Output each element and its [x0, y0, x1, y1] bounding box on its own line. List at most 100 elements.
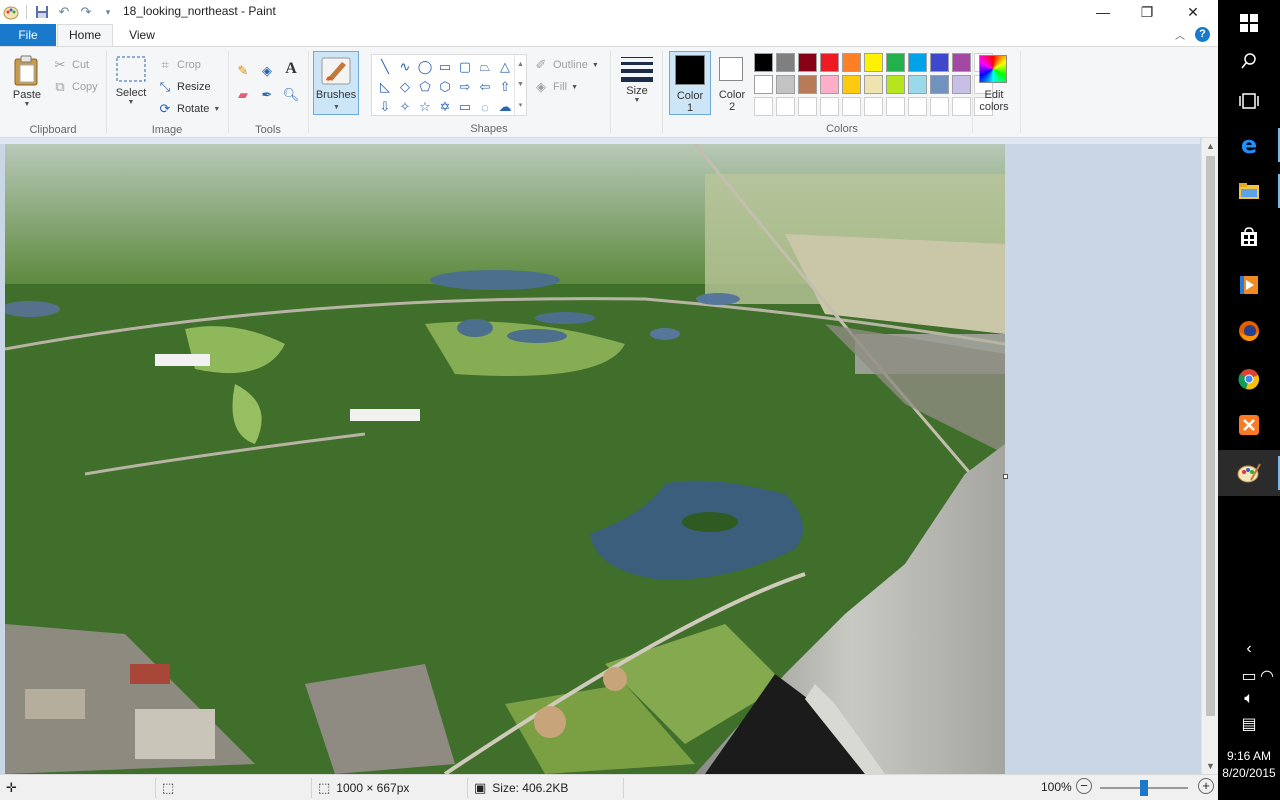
customize-qat-icon[interactable]: ▾	[99, 3, 117, 21]
show-hidden-icons-button[interactable]: ‹	[1218, 640, 1280, 658]
palette-empty-swatch[interactable]	[908, 97, 927, 116]
palette-swatch[interactable]	[908, 75, 927, 94]
cut-button[interactable]: ✂ Cut	[52, 55, 90, 75]
expand-icon[interactable]: ▾	[519, 101, 523, 109]
palette-empty-swatch[interactable]	[842, 97, 861, 116]
up-arrow-shape-icon[interactable]: ⇧	[495, 77, 515, 97]
palette-swatch[interactable]	[820, 75, 839, 94]
tab-file[interactable]: File	[0, 24, 56, 46]
palette-swatch[interactable]	[798, 75, 817, 94]
palette-swatch[interactable]	[864, 75, 883, 94]
palette-empty-swatch[interactable]	[864, 97, 883, 116]
palette-swatch[interactable]	[754, 75, 773, 94]
edit-colors-button[interactable]: Edit colors	[976, 53, 1012, 117]
resize-button[interactable]: ⤡ Resize	[157, 77, 211, 97]
six-point-star-shape-icon[interactable]: ✡	[435, 97, 455, 117]
help-icon[interactable]: ?	[1195, 27, 1210, 42]
scroll-down-icon[interactable]: ▼	[517, 81, 524, 88]
close-button[interactable]: ✕	[1170, 0, 1216, 24]
paint-app-icon[interactable]	[2, 3, 20, 21]
task-view-button[interactable]	[1218, 78, 1280, 124]
scroll-thumb[interactable]	[1206, 156, 1215, 716]
color1-button[interactable]: Color 1	[669, 51, 711, 115]
palette-empty-swatch[interactable]	[820, 97, 839, 116]
taskbar-paint[interactable]	[1218, 450, 1280, 496]
polygon-shape-icon[interactable]: ⏢	[475, 57, 495, 77]
palette-swatch[interactable]	[952, 53, 971, 72]
palette-swatch[interactable]	[820, 53, 839, 72]
zoom-out-button[interactable]: −	[1076, 778, 1092, 794]
taskbar-store[interactable]	[1218, 214, 1280, 260]
palette-swatch[interactable]	[842, 75, 861, 94]
text-tool-icon[interactable]: A	[283, 60, 299, 77]
scroll-up-icon[interactable]: ▲	[1202, 138, 1219, 154]
five-point-star-shape-icon[interactable]: ☆	[415, 97, 435, 117]
redo-icon[interactable]: ↷	[77, 3, 95, 21]
oval-shape-icon[interactable]: ◯	[415, 57, 435, 77]
minimize-button[interactable]: —	[1080, 0, 1126, 24]
crop-button[interactable]: ⌗ Crop	[157, 55, 201, 75]
fill-button[interactable]: ◈ Fill ▼	[533, 77, 578, 97]
palette-empty-swatch[interactable]	[776, 97, 795, 116]
right-arrow-shape-icon[interactable]: ⇨	[455, 77, 475, 97]
scroll-down-icon[interactable]: ▼	[1202, 758, 1219, 774]
tab-home[interactable]: Home	[57, 24, 113, 47]
palette-swatch[interactable]	[952, 75, 971, 94]
palette-empty-swatch[interactable]	[798, 97, 817, 116]
volume-icon[interactable]: 🔈︎	[1218, 690, 1280, 708]
zoom-in-button[interactable]: +	[1198, 778, 1214, 794]
palette-swatch[interactable]	[886, 75, 905, 94]
oval-callout-shape-icon[interactable]: ◌	[475, 97, 495, 117]
save-icon[interactable]	[33, 3, 51, 21]
palette-empty-swatch[interactable]	[886, 97, 905, 116]
palette-empty-swatch[interactable]	[754, 97, 773, 116]
diamond-shape-icon[interactable]: ◇	[395, 77, 415, 97]
shapes-scroll[interactable]: ▲ ▼ ▾	[514, 55, 526, 115]
four-point-star-shape-icon[interactable]: ✧	[395, 97, 415, 117]
palette-empty-swatch[interactable]	[930, 97, 949, 116]
zoom-slider-thumb[interactable]	[1140, 780, 1148, 796]
hexagon-shape-icon[interactable]: ⬡	[435, 77, 455, 97]
triangle-shape-icon[interactable]: △	[495, 57, 515, 77]
line-shape-icon[interactable]: ╲	[375, 57, 395, 77]
outline-button[interactable]: ✐ Outline ▼	[533, 55, 599, 75]
size-button[interactable]: Size ▼	[618, 55, 656, 104]
magnifier-icon[interactable]: 🔍︎	[283, 87, 300, 103]
taskbar-xampp[interactable]	[1218, 402, 1280, 448]
canvas-resize-handle[interactable]	[1003, 474, 1008, 479]
scroll-up-icon[interactable]: ▲	[517, 61, 524, 68]
restore-button[interactable]: ❐	[1124, 0, 1170, 24]
copy-button[interactable]: ⧉ Copy	[52, 77, 97, 97]
palette-swatch[interactable]	[842, 53, 861, 72]
paste-button[interactable]: Paste ▼	[8, 55, 46, 108]
palette-swatch[interactable]	[930, 75, 949, 94]
right-triangle-shape-icon[interactable]: ◺	[375, 77, 395, 97]
taskbar-file-explorer[interactable]	[1218, 168, 1280, 214]
curve-shape-icon[interactable]: ∿	[395, 57, 415, 77]
taskbar-clock[interactable]: 9:16 AM 8/20/2015	[1218, 748, 1280, 782]
color2-button[interactable]: Color 2	[713, 51, 751, 115]
undo-icon[interactable]: ↶	[55, 3, 73, 21]
collapse-ribbon-icon[interactable]: ︿	[1175, 27, 1185, 42]
eraser-icon[interactable]: ▰	[235, 87, 251, 103]
wifi-icon[interactable]: ◠	[1236, 666, 1280, 686]
tab-view[interactable]: View	[114, 24, 170, 46]
palette-swatch[interactable]	[930, 53, 949, 72]
palette-swatch[interactable]	[886, 53, 905, 72]
image-canvas[interactable]	[5, 144, 1005, 774]
action-center-icon[interactable]: ▤	[1218, 714, 1280, 734]
rotate-button[interactable]: ⟳ Rotate ▼	[157, 99, 221, 119]
rectangle-shape-icon[interactable]: ▭	[435, 57, 455, 77]
down-arrow-shape-icon[interactable]: ⇩	[375, 97, 395, 117]
palette-swatch[interactable]	[864, 53, 883, 72]
pentagon-shape-icon[interactable]: ⬠	[415, 77, 435, 97]
left-arrow-shape-icon[interactable]: ⇦	[475, 77, 495, 97]
pencil-icon[interactable]: ✎	[235, 63, 251, 79]
taskbar-firefox[interactable]	[1218, 308, 1280, 354]
palette-swatch[interactable]	[776, 53, 795, 72]
palette-swatch[interactable]	[798, 53, 817, 72]
select-button[interactable]: Select ▼	[113, 55, 149, 106]
vertical-scrollbar[interactable]: ▲ ▼	[1201, 138, 1218, 774]
palette-swatch[interactable]	[776, 75, 795, 94]
palette-swatch[interactable]	[908, 53, 927, 72]
